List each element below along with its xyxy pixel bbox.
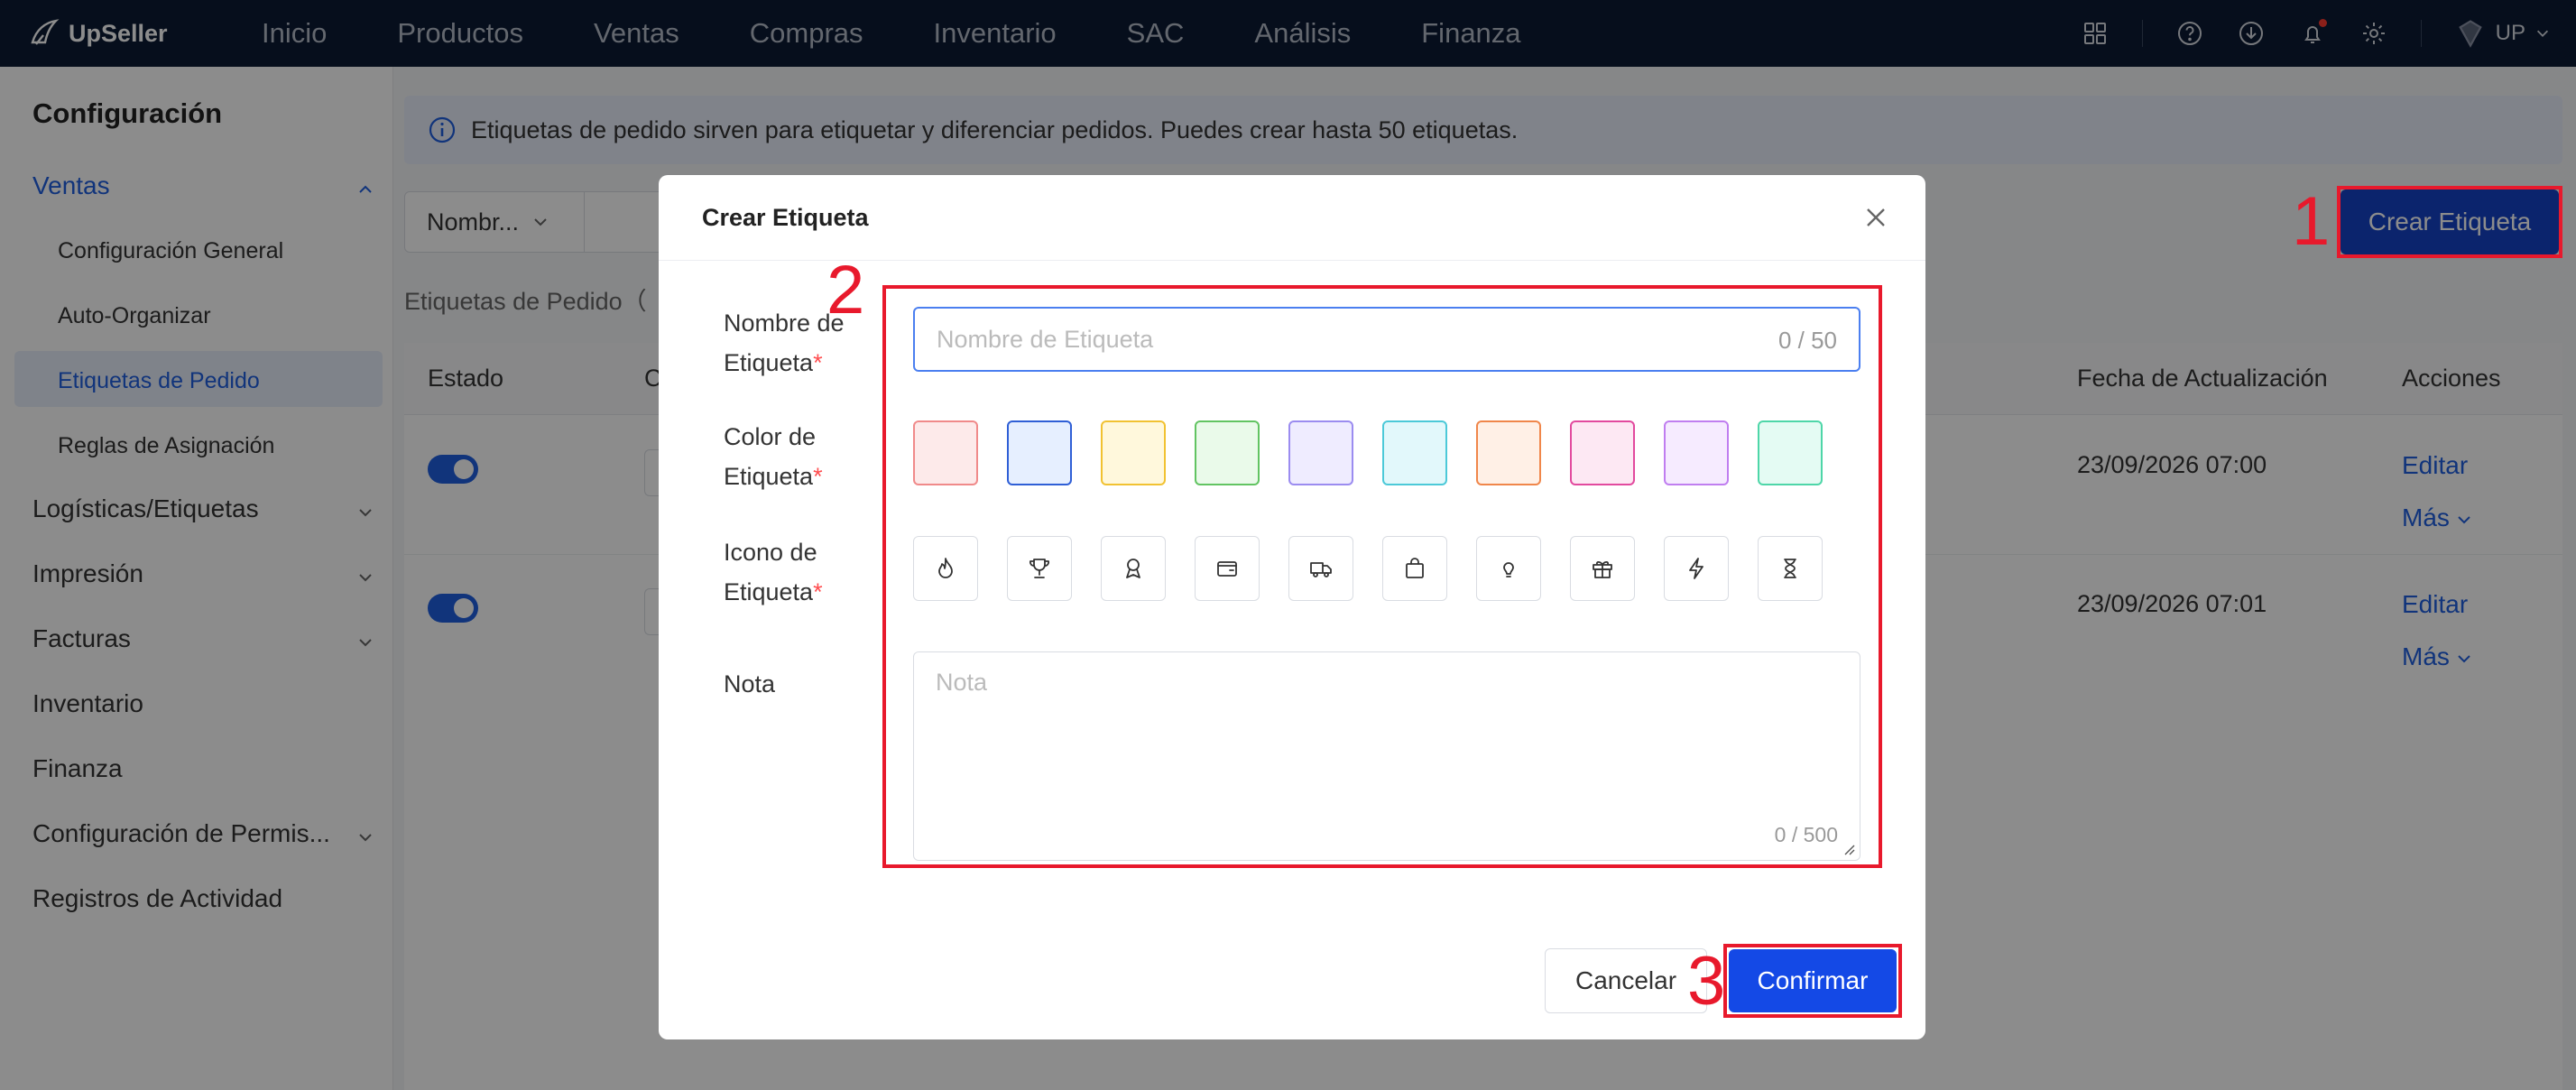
note-label: Nota [724,670,776,697]
annotation-number-3: 3 [1687,943,1726,1020]
create-tag-dialog: Crear Etiqueta Nombre de Etiqueta* 0 / 5… [659,175,1925,1039]
dialog-title: Crear Etiqueta [702,204,869,231]
required-asterisk: * [813,463,823,490]
tag-icon-label-text: Icono de Etiqueta [724,539,817,605]
tag-color-label: Color de Etiqueta* [724,417,859,496]
annotation-box-3 [1723,944,1902,1018]
annotation-box-1 [2337,186,2562,258]
annotation-box-2 [882,285,1882,868]
tag-color-label-text: Color de Etiqueta [724,423,817,490]
tag-icon-label: Icono de Etiqueta* [724,532,859,612]
cancel-button[interactable]: Cancelar [1545,948,1707,1013]
close-icon[interactable] [1862,204,1889,231]
required-asterisk: * [813,578,823,605]
annotation-number-1: 1 [2292,183,2331,260]
required-asterisk: * [813,349,823,376]
annotation-number-2: 2 [826,252,865,328]
